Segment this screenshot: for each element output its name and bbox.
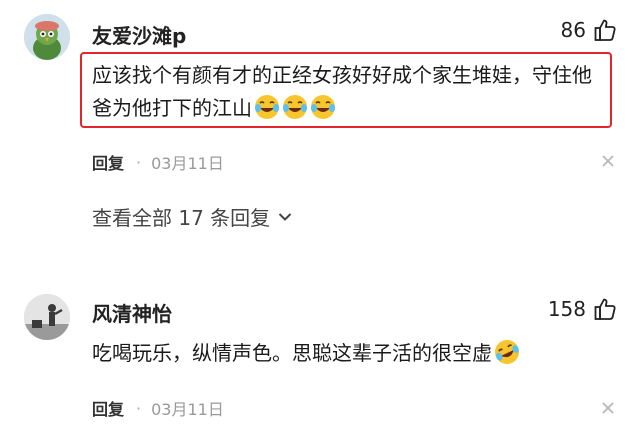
meta-separator: · [136, 398, 142, 418]
laughing-crying-emoji [311, 95, 335, 119]
avatar[interactable] [24, 14, 70, 60]
thumbs-up-outline-icon [594, 298, 616, 320]
like-button[interactable]: 158 [548, 297, 616, 321]
laughing-crying-emoji [255, 95, 279, 119]
comment-text: 应该找个有颜有才的正经女孩好好成个家生堆娃，守住他爸为他打下的江山 [92, 59, 602, 125]
comment-text-body: 吃喝玩乐，纵情声色。思聪这辈子活的很空虚 [92, 341, 492, 365]
person-photo-avatar-icon [24, 294, 70, 340]
comment-item: 风清神怡 158 吃喝玩乐，纵情声色。思聪这辈子活的很空虚 回复 · 03月11… [0, 282, 640, 445]
like-count: 86 [560, 18, 586, 42]
avatar[interactable] [24, 294, 70, 340]
comment-item: 友爱沙滩p 86 应该找个有颜有才的正经女孩好好成个家生堆娃，守住他爸为他打下的… [0, 0, 640, 275]
comment-meta: 回复 · 03月11日 [92, 396, 224, 420]
chevron-down-icon [278, 212, 292, 221]
like-button[interactable]: 86 [561, 18, 616, 42]
comment-text: 吃喝玩乐，纵情声色。思聪这辈子活的很空虚 [92, 337, 612, 370]
comment-date: 03月11日 [151, 400, 224, 419]
thumbs-up-outline-icon [594, 19, 616, 41]
comment-text-body: 应该找个有颜有才的正经女孩好好成个家生堆娃，守住他爸为他打下的江山 [92, 63, 592, 120]
close-x-icon[interactable] [602, 155, 614, 167]
comment-meta: 回复 · 03月11日 [92, 150, 224, 174]
username[interactable]: 友爱沙滩p [92, 20, 186, 49]
meta-separator: · [136, 152, 142, 172]
close-x-icon[interactable] [602, 402, 614, 414]
bird-avatar-icon [24, 14, 70, 60]
comment-date: 03月11日 [151, 154, 224, 173]
view-all-replies-button[interactable]: 查看全部 17 条回复 [92, 202, 292, 231]
rolling-laughing-emoji [495, 340, 519, 364]
reply-button[interactable]: 回复 [92, 150, 124, 174]
reply-button[interactable]: 回复 [92, 396, 124, 420]
like-count: 158 [547, 297, 586, 321]
laughing-crying-emoji [283, 95, 307, 119]
view-all-replies-label: 查看全部 17 条回复 [92, 206, 271, 230]
username[interactable]: 风清神怡 [92, 298, 172, 327]
